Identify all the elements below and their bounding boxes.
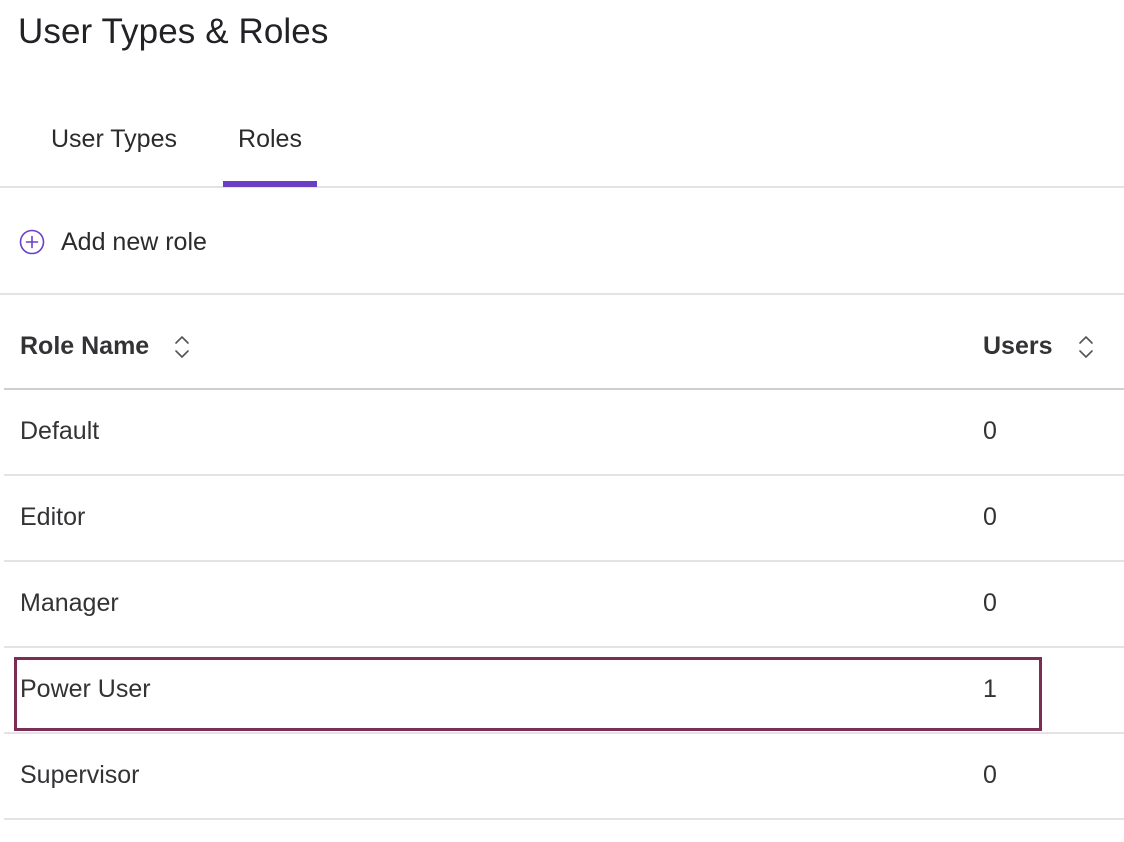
role-name-cell: Manager	[20, 589, 119, 617]
role-name-cell: Default	[20, 417, 100, 445]
page-title: User Types & Roles	[18, 12, 329, 51]
table-row[interactable]: Default 0	[4, 390, 1124, 476]
tab-user-types[interactable]: User Types	[22, 100, 206, 186]
roles-table: Role Name Users Default 0 Editor 0 Manag…	[4, 306, 1124, 820]
sort-updown-icon[interactable]	[173, 333, 191, 361]
role-name-cell: Power User	[20, 675, 151, 703]
section-divider	[0, 293, 1124, 295]
table-row[interactable]: Manager 0	[4, 562, 1124, 648]
users-count-cell: 0	[983, 417, 997, 445]
table-row[interactable]: Supervisor 0	[4, 734, 1124, 820]
tab-roles[interactable]: Roles	[223, 100, 317, 187]
table-row[interactable]: Power User 1	[4, 648, 1124, 734]
users-count-cell: 0	[983, 589, 997, 617]
column-header-role-name-label: Role Name	[20, 332, 150, 360]
role-name-cell: Supervisor	[20, 761, 140, 789]
table-row[interactable]: Editor 0	[4, 476, 1124, 562]
table-header: Role Name Users	[4, 306, 1124, 390]
tab-roles-label: Roles	[238, 125, 302, 153]
sort-updown-icon[interactable]	[1077, 333, 1095, 361]
tab-bar: User Types Roles	[0, 100, 1124, 188]
role-name-cell: Editor	[20, 503, 86, 531]
add-new-role-label: Add new role	[61, 227, 207, 256]
column-header-role-name[interactable]: Role Name	[20, 332, 191, 361]
add-new-role-button[interactable]: Add new role	[19, 222, 207, 262]
tab-user-types-label: User Types	[51, 125, 177, 153]
users-count-cell: 0	[983, 761, 997, 789]
column-header-users[interactable]: Users	[983, 332, 1095, 361]
users-count-cell: 0	[983, 503, 997, 531]
users-count-cell: 1	[983, 675, 997, 703]
plus-circle-icon	[19, 229, 45, 255]
column-header-users-label: Users	[983, 332, 1053, 360]
